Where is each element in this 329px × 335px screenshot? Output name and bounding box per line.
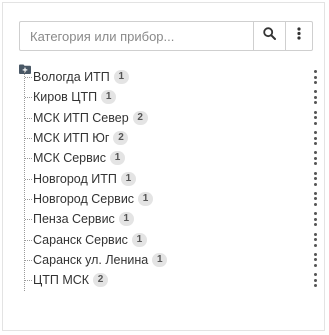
tree-connector bbox=[25, 219, 32, 221]
tree-item[interactable]: МСК ИТП Юг 2 bbox=[21, 128, 321, 148]
item-menu-icon[interactable] bbox=[311, 131, 319, 146]
item-menu-icon[interactable] bbox=[311, 212, 319, 227]
tree-item[interactable]: ЦТП МСК 2 bbox=[21, 270, 321, 290]
item-menu-icon[interactable] bbox=[311, 273, 319, 288]
tree-items: Вологда ИТП 1 Киров ЦТП 1 МСК ИТП Север 2 МСК … bbox=[21, 67, 321, 290]
tree-connector bbox=[25, 259, 32, 261]
count-badge: 2 bbox=[113, 131, 129, 146]
tree-item-label[interactable]: Вологда ИТП bbox=[33, 70, 110, 84]
category-panel: Вологда ИТП1Киров ЦТП1МСК ИТП Север2МСК … bbox=[2, 2, 325, 331]
tree-connector bbox=[25, 77, 32, 79]
tree-connector bbox=[25, 97, 32, 99]
more-vertical-icon bbox=[297, 27, 301, 45]
item-menu-icon[interactable] bbox=[311, 90, 319, 105]
tree-item-label[interactable]: Саранск Сервис bbox=[33, 233, 128, 247]
count-badge: 1 bbox=[138, 191, 154, 206]
item-menu-icon[interactable] bbox=[311, 70, 319, 85]
search-button[interactable] bbox=[253, 22, 285, 50]
tree-item[interactable]: Киров ЦТП 1 bbox=[21, 87, 321, 107]
count-badge: 1 bbox=[118, 212, 134, 227]
search-bar bbox=[19, 21, 313, 51]
tree-item-label[interactable]: ЦТП МСК bbox=[33, 273, 89, 287]
item-menu-icon[interactable] bbox=[311, 171, 319, 186]
tree-connector bbox=[25, 198, 32, 200]
item-menu-icon[interactable] bbox=[311, 110, 319, 125]
item-menu-icon[interactable] bbox=[311, 252, 319, 267]
tree-item-label[interactable]: МСК ИТП Север bbox=[33, 111, 129, 125]
count-badge: 1 bbox=[131, 232, 147, 247]
tree-item[interactable]: Саранск Сервис 1 bbox=[21, 229, 321, 249]
tree-item[interactable]: МСК Сервис 1 bbox=[21, 148, 321, 168]
tree-connector bbox=[25, 239, 32, 241]
tree-item[interactable]: МСК ИТП Север 2 bbox=[21, 108, 321, 128]
count-badge: 2 bbox=[132, 110, 148, 125]
tree-connector bbox=[25, 158, 32, 160]
count-badge: 1 bbox=[113, 70, 129, 85]
tree-item[interactable]: Новгород ИТП 1 bbox=[21, 168, 321, 188]
tree-connector bbox=[25, 178, 32, 180]
item-menu-icon[interactable] bbox=[311, 151, 319, 166]
tree-item-label[interactable]: Киров ЦТП bbox=[33, 90, 97, 104]
tree-item[interactable]: Вологда ИТП 1 bbox=[21, 67, 321, 87]
count-badge: 1 bbox=[101, 90, 117, 105]
tree-item-label[interactable]: Саранск ул. Ленина bbox=[33, 253, 148, 267]
tree-item-label[interactable]: МСК ИТП Юг bbox=[33, 131, 109, 145]
tree-item-label[interactable]: МСК Сервис bbox=[33, 151, 106, 165]
count-badge: 1 bbox=[110, 151, 125, 166]
tree-item[interactable]: Новгород Сервис 1 bbox=[21, 189, 321, 209]
tree-connector bbox=[25, 280, 32, 282]
search-input[interactable] bbox=[20, 22, 253, 50]
tree-connector bbox=[25, 117, 32, 119]
count-badge: 2 bbox=[93, 273, 109, 288]
tree-item[interactable]: Саранск ул. Ленина 1 bbox=[21, 250, 321, 270]
tree-item-label[interactable]: Новгород ИТП bbox=[33, 172, 117, 186]
more-options-button[interactable] bbox=[285, 22, 312, 50]
count-badge: 1 bbox=[152, 252, 168, 267]
search-icon bbox=[263, 27, 276, 45]
item-menu-icon[interactable] bbox=[311, 191, 319, 206]
item-menu-icon[interactable] bbox=[311, 232, 319, 247]
tree-item[interactable]: Пенза Сервис 1 bbox=[21, 209, 321, 229]
count-badge: 1 bbox=[120, 171, 136, 186]
tree-item-label[interactable]: Новгород Сервис bbox=[33, 192, 134, 206]
tree-item-label[interactable]: Пенза Сервис bbox=[33, 212, 115, 226]
tree-connector bbox=[25, 138, 32, 140]
